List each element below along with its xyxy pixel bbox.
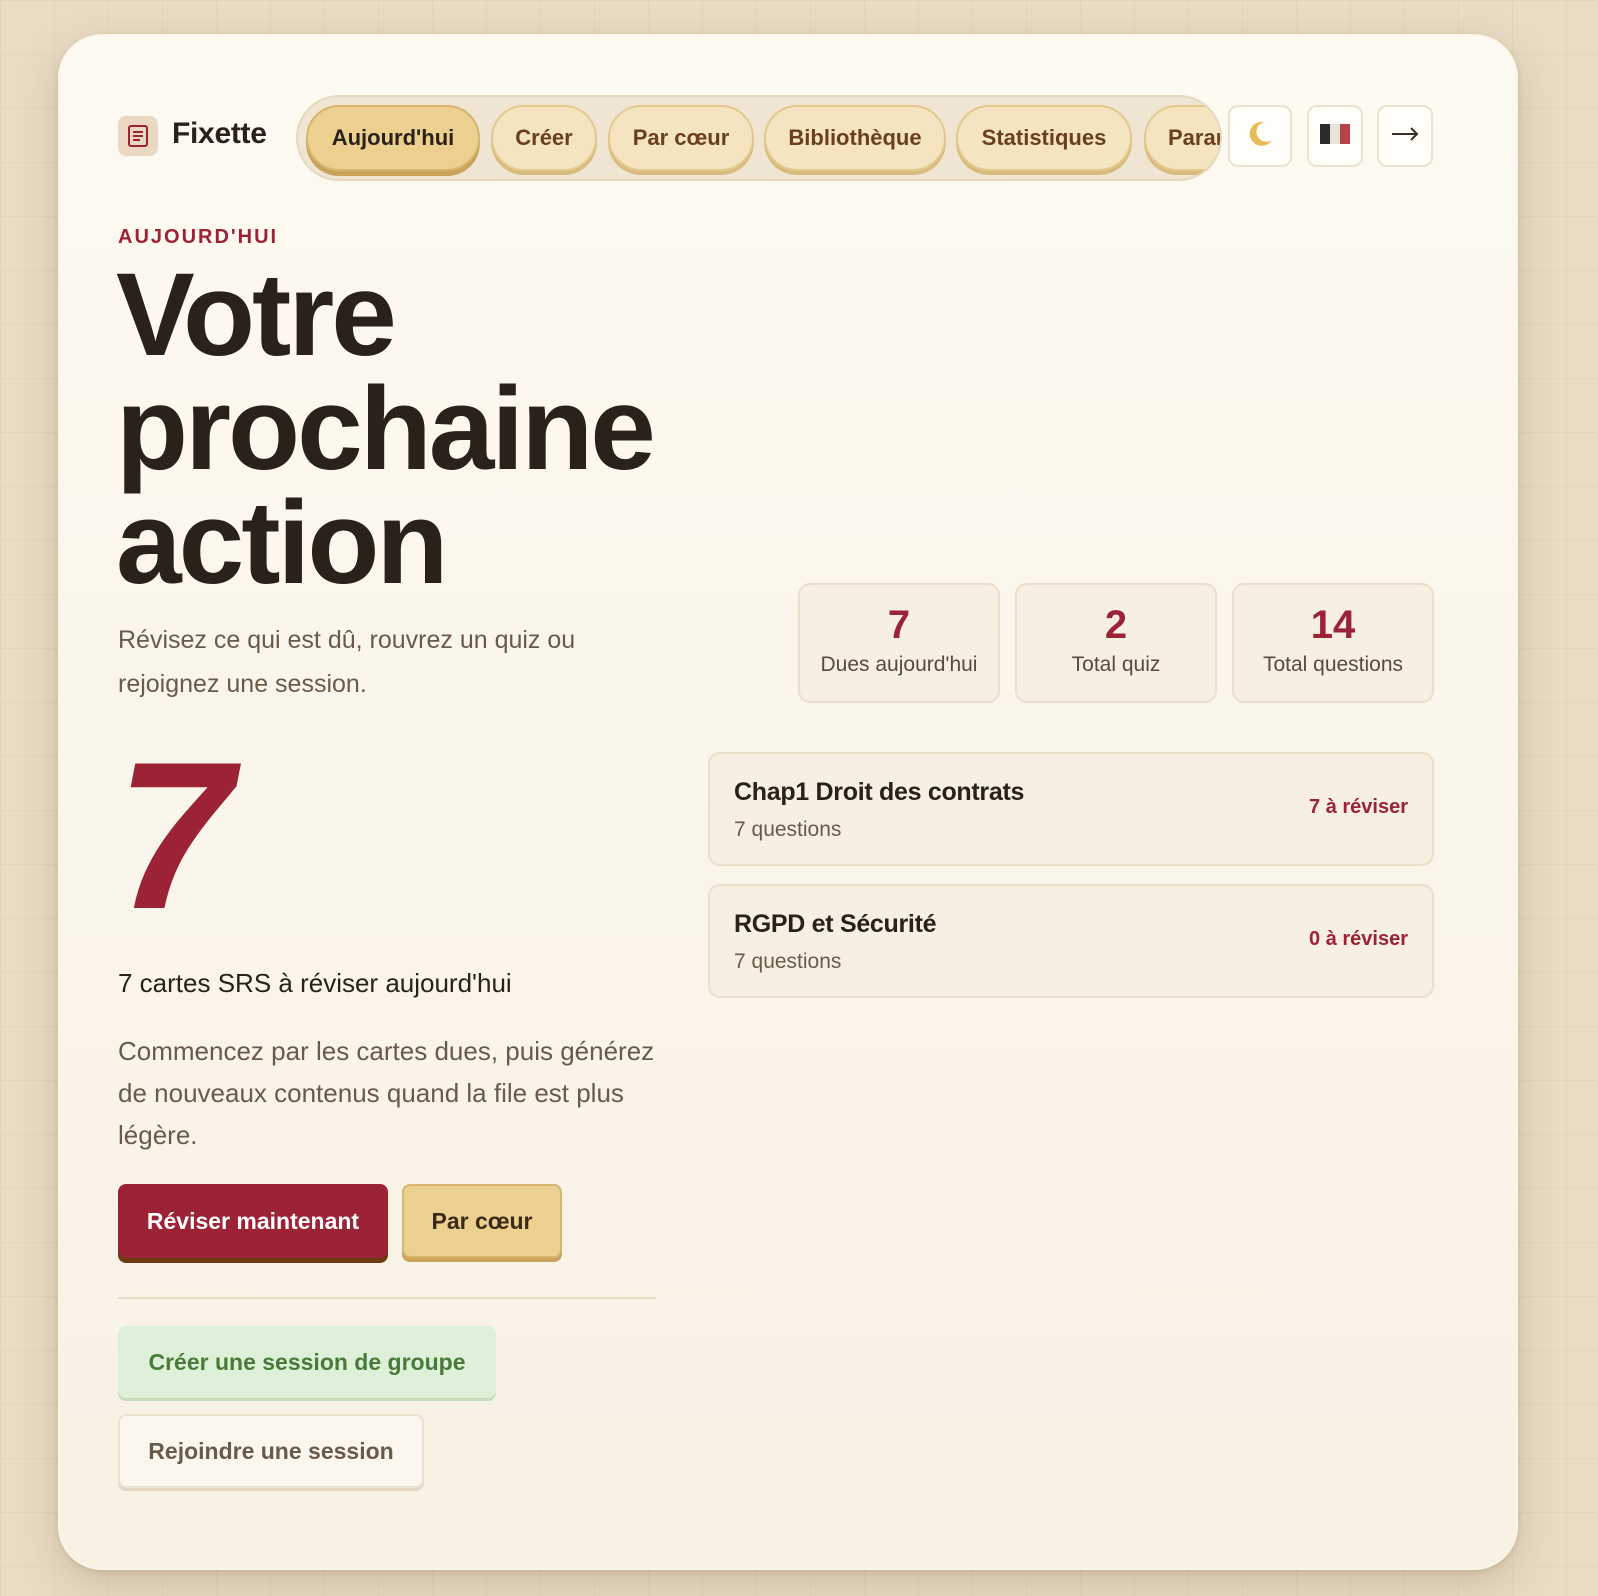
tab-by-heart[interactable]: Par cœur [608, 105, 754, 171]
notebook-icon [118, 116, 158, 156]
stat-value: 2 [1104, 603, 1128, 647]
divider [118, 1297, 656, 1299]
language-button[interactable] [1307, 105, 1363, 167]
stat-value: 14 [1310, 603, 1356, 647]
french-flag-icon [1320, 123, 1350, 149]
theme-toggle-button[interactable] [1228, 105, 1292, 167]
tab-library[interactable]: Bibliothèque [764, 105, 946, 171]
page-subtitle: Révisez ce qui est dû, rouvrez un quiz o… [118, 626, 576, 698]
tab-statistics[interactable]: Statistiques [956, 105, 1132, 171]
create-group-session-button[interactable]: Créer une session de groupe [118, 1326, 496, 1398]
tab-create[interactable]: Créer [491, 105, 597, 171]
stat-total-questions: 14 Total questions [1232, 583, 1434, 703]
quiz-due-count: 0 à réviser [1309, 928, 1408, 950]
stat-total-quiz: 2 Total quiz [1015, 583, 1217, 703]
arrow-right-icon [1390, 126, 1420, 147]
stat-due-today: 7 Dues aujourd'hui [798, 583, 1000, 703]
due-description: Commencez par les cartes dues, puis géné… [118, 1036, 655, 1150]
page-title-line: prochaine [116, 363, 656, 495]
by-heart-button[interactable]: Par cœur [402, 1184, 562, 1258]
join-session-button[interactable]: Rejoindre une session [118, 1414, 424, 1488]
due-summary: 7 cartes SRS à réviser aujourd'hui [118, 968, 512, 998]
stat-label: Dues aujourd'hui [820, 653, 978, 676]
quiz-card[interactable]: RGPD et Sécurité 7 questions 0 à réviser [708, 884, 1434, 998]
main-card: Fixette Aujourd'hui Créer Par cœur Bibli… [58, 34, 1518, 1570]
stat-label: Total quiz [1071, 653, 1161, 676]
tab-settings[interactable]: Paramètres [1144, 105, 1220, 171]
main-nav: Aujourd'hui Créer Par cœur Bibliothèque … [296, 95, 1222, 181]
quiz-question-count: 7 questions [734, 818, 842, 841]
quiz-title: Chap1 Droit des contrats [734, 778, 1025, 806]
page-title-line: action [116, 477, 449, 609]
logout-button[interactable] [1377, 105, 1433, 167]
stat-label: Total questions [1262, 653, 1404, 676]
page-title-line: Votre [116, 249, 397, 381]
tab-today[interactable]: Aujourd'hui [306, 105, 480, 171]
quiz-title: RGPD et Sécurité [734, 910, 937, 938]
brand-name[interactable]: Fixette [172, 117, 267, 151]
quiz-due-count: 7 à réviser [1309, 796, 1408, 818]
quiz-card[interactable]: Chap1 Droit des contrats 7 questions 7 à… [708, 752, 1434, 866]
quiz-question-count: 7 questions [734, 950, 842, 973]
due-count: 7 [116, 718, 233, 953]
page-title: Votre prochaine action [116, 249, 796, 609]
moon-icon [1243, 117, 1277, 156]
section-eyebrow: AUJOURD'HUI [118, 226, 279, 248]
stat-value: 7 [887, 603, 911, 647]
review-now-button[interactable]: Réviser maintenant [118, 1184, 388, 1258]
